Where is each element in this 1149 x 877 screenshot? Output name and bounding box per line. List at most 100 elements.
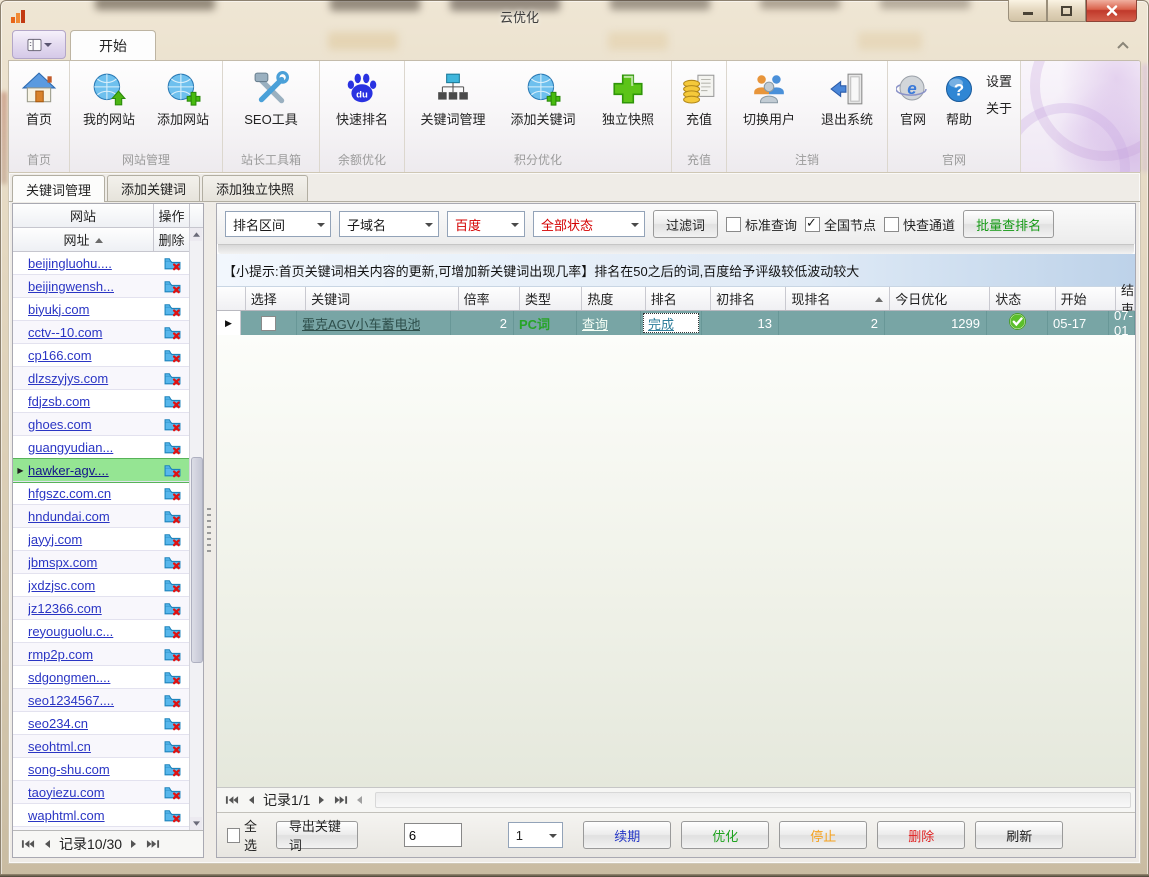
prev-page-icon[interactable] [43,839,51,849]
renew-button[interactable]: 续期 [583,821,671,849]
delete-site-icon[interactable] [155,440,190,455]
site-list-item[interactable]: waphtml.com [13,804,190,827]
settings-link[interactable]: 设置 [986,71,1012,90]
delete-site-icon[interactable] [155,624,190,639]
minimize-button[interactable] [1008,0,1047,22]
fast-check-checkbox[interactable]: 快查通道 [884,215,955,234]
scrollbar-thumb[interactable] [191,457,203,664]
national-node-checkbox[interactable]: 全国节点 [805,215,876,234]
delete-site-icon[interactable] [155,739,190,754]
delete-site-icon[interactable] [155,325,190,340]
delete-site-icon[interactable] [155,647,190,662]
delete-site-icon[interactable] [155,716,190,731]
rank-range-dropdown[interactable]: 排名区间 [225,211,331,237]
site-list-item[interactable]: hfgszc.com.cn [13,482,190,505]
delete-site-icon[interactable] [155,693,190,708]
site-link[interactable]: hndundai.com [28,509,155,524]
prev-page-icon[interactable] [247,795,255,805]
delete-site-icon[interactable] [155,601,190,616]
site-list-item[interactable]: hndundai.com [13,505,190,528]
tab-add-snapshot[interactable]: 添加独立快照 [202,175,308,201]
delete-site-icon[interactable] [155,256,190,271]
site-link[interactable]: seo234.cn [28,716,155,731]
site-link[interactable]: taoyiezu.com [28,785,155,800]
close-button[interactable] [1086,0,1137,22]
site-list-item[interactable]: jz12366.com [13,597,190,620]
scroll-down-icon[interactable] [190,817,202,830]
checkbox-icon[interactable] [227,828,240,843]
site-link[interactable]: hfgszc.com.cn [28,486,155,501]
tab-add-keyword[interactable]: 添加关键词 [107,175,200,201]
column-header-type[interactable]: 类型 [520,287,582,310]
column-header-url[interactable]: 网址 [13,228,154,251]
row-select-checkbox[interactable] [241,311,297,335]
sidebar-scrollbar[interactable] [189,228,203,830]
tab-start[interactable]: 开始 [70,30,156,61]
status-dropdown[interactable]: 全部状态 [533,211,645,237]
site-list-item[interactable]: seo1234567.... [13,689,190,712]
site-list-item[interactable]: fdjzsb.com [13,390,190,413]
delete-site-icon[interactable] [155,417,190,432]
site-list-item[interactable]: jbmspx.com [13,551,190,574]
delete-site-icon[interactable] [155,670,190,685]
app-menu-button[interactable] [12,30,66,59]
column-header-init-rank[interactable]: 初排名 [711,287,786,310]
collapse-ribbon-chevron-icon[interactable] [1115,38,1131,53]
checkbox-icon[interactable] [726,217,741,232]
site-list-item[interactable]: beijingwensh... [13,275,190,298]
site-link[interactable]: waphtml.com [28,808,155,823]
site-link[interactable]: song-shu.com [28,762,155,777]
site-list-item[interactable]: dlzszyjys.com [13,367,190,390]
site-list-item[interactable]: taoyiezu.com [13,781,190,804]
site-link[interactable]: beijingwensh... [28,279,155,294]
column-header-site[interactable]: 网站 [13,204,154,227]
scroll-up-icon[interactable] [190,228,202,241]
next-page-icon[interactable] [130,839,138,849]
subdomain-dropdown[interactable]: 子域名 [339,211,439,237]
site-link[interactable]: guangyudian... [28,440,155,455]
site-list-item[interactable]: ghoes.com [13,413,190,436]
delete-site-icon[interactable] [155,509,190,524]
optimize-button[interactable]: 优化 [681,821,769,849]
delete-site-icon[interactable] [155,463,190,478]
site-link[interactable]: cp166.com [28,348,155,363]
ribbon-button-switch-user[interactable]: 切换用户 [729,65,809,128]
checkbox-icon[interactable] [805,217,820,232]
column-header-action[interactable]: 操作 [154,204,190,227]
delete-site-icon[interactable] [155,808,190,823]
ribbon-button-home[interactable]: 首页 [11,65,67,128]
last-page-icon[interactable] [146,839,160,849]
column-header-select[interactable]: 选择 [246,287,306,310]
column-header-delete[interactable]: 删除 [154,228,190,251]
column-header-start[interactable]: 开始 [1056,287,1116,310]
site-link[interactable]: hawker-agv.... [28,463,155,478]
ribbon-button-snapshot[interactable]: 独立快照 [587,65,669,128]
site-list-item[interactable]: hawker-agv.... [13,459,190,482]
batch-check-rank-button[interactable]: 批量查排名 [963,210,1054,238]
refresh-button[interactable]: 刷新 [975,821,1063,849]
next-page-icon[interactable] [318,795,326,805]
ribbon-button-seo-tools[interactable]: SEO工具 [225,65,317,128]
tab-keyword-management[interactable]: 关键词管理 [12,175,105,202]
site-link[interactable]: biyukj.com [28,302,155,317]
page-size-dropdown[interactable]: 1 [508,822,563,848]
column-header-status[interactable]: 状态 [990,287,1055,310]
site-link[interactable]: seo1234567.... [28,693,155,708]
site-link[interactable]: dlzszyjys.com [28,371,155,386]
ribbon-button-help[interactable]: ? 帮助 [936,65,982,128]
site-list-item[interactable]: cp166.com [13,344,190,367]
column-header-today-optimize[interactable]: 今日优化 [890,287,990,310]
delete-site-icon[interactable] [155,302,190,317]
about-link[interactable]: 关于 [986,98,1012,117]
site-list-item[interactable]: cctv--10.com [13,321,190,344]
site-list-item[interactable]: beijingluohu.... [13,252,190,275]
checkbox-icon[interactable] [261,316,276,331]
site-list-item[interactable]: seohtml.cn [13,735,190,758]
stop-button[interactable]: 停止 [779,821,867,849]
ribbon-button-add-keyword[interactable]: 添加关键词 [499,65,587,128]
rank-status-link[interactable]: 完成 [648,314,674,333]
site-list-item[interactable]: seo234.cn [13,712,190,735]
ribbon-button-add-site[interactable]: 添加网站 [146,65,220,128]
delete-site-icon[interactable] [155,762,190,777]
delete-button[interactable]: 删除 [877,821,965,849]
